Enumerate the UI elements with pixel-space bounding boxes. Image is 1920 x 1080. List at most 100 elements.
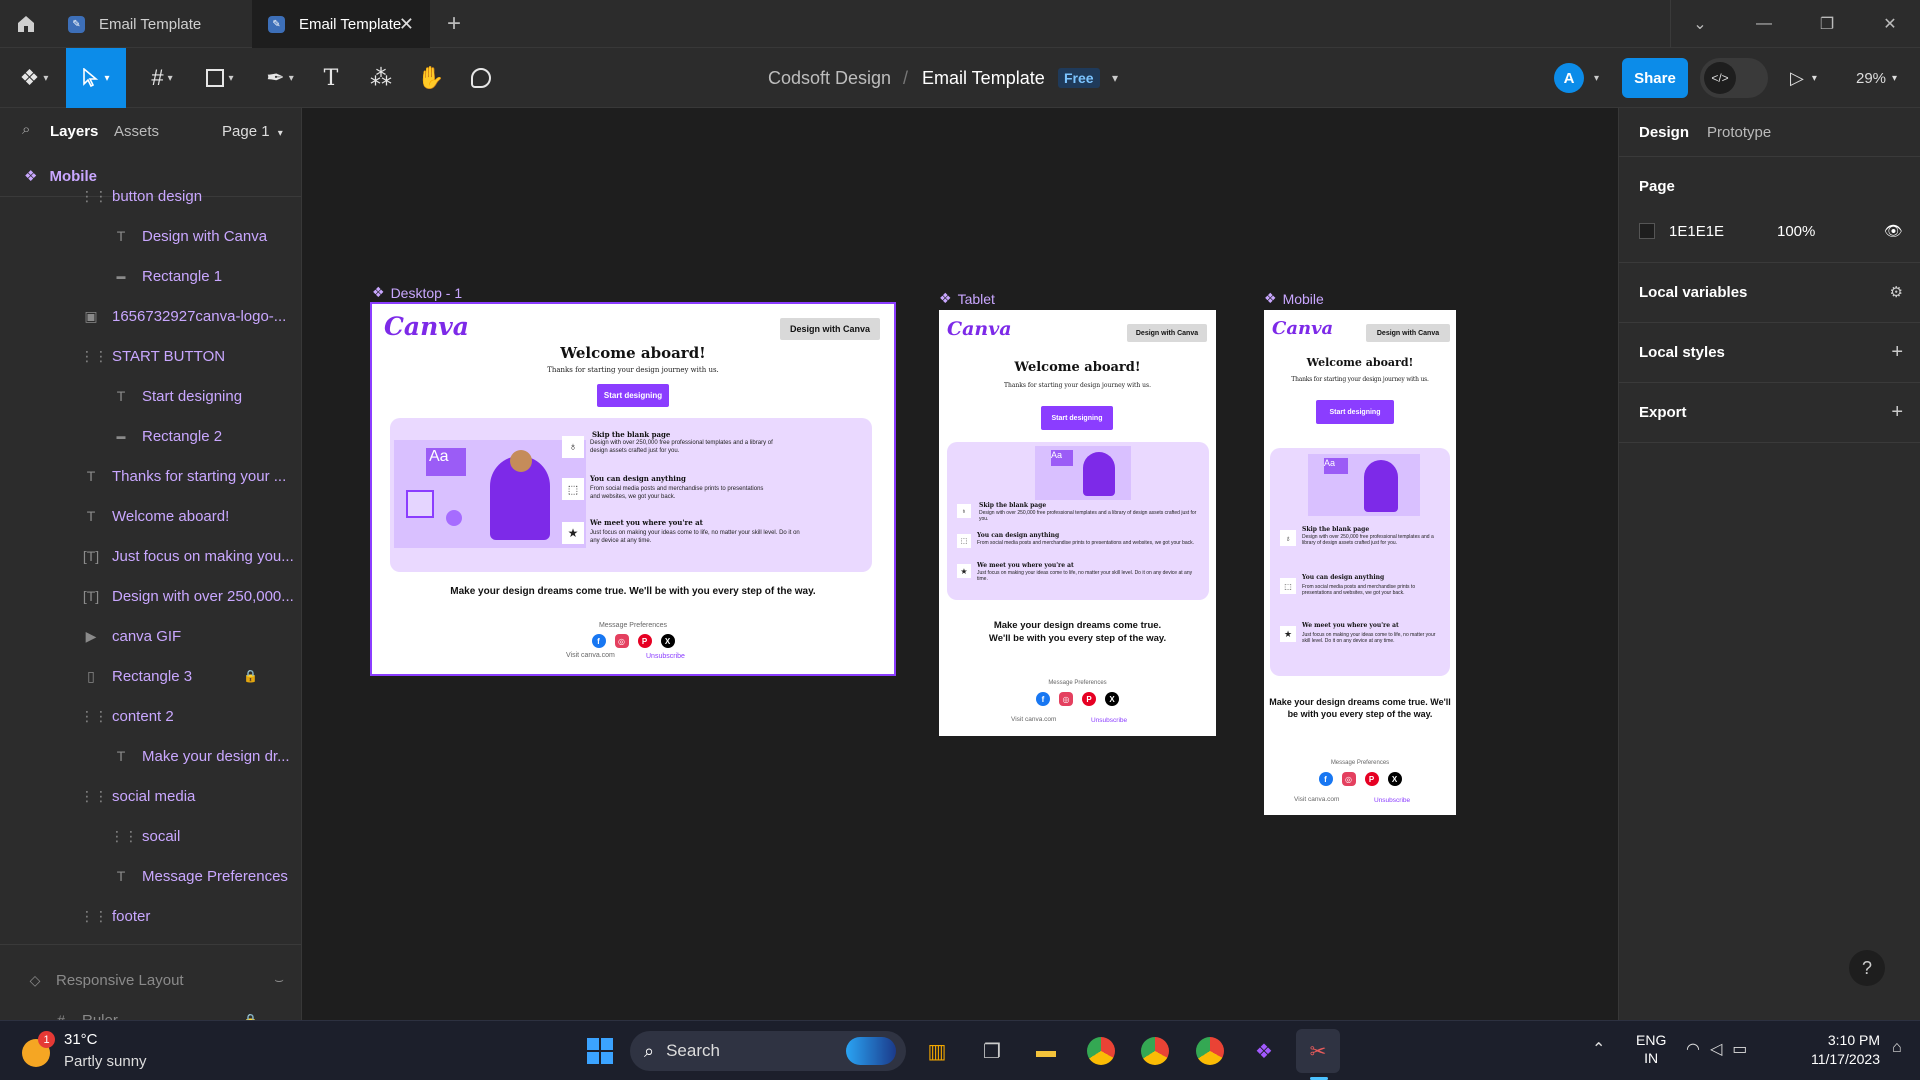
message-preferences[interactable]: Message Preferences [1264, 760, 1456, 766]
frame-desktop[interactable]: Canva Design with Canva Welcome aboard! … [370, 302, 896, 676]
lock-icon[interactable]: 🔒 [243, 1013, 258, 1020]
layer-row[interactable]: T Start designing [0, 376, 301, 416]
move-tool-button[interactable]: ▾ [66, 48, 126, 108]
hidden-eye-icon[interactable]: ⌣ [274, 972, 284, 989]
present-button[interactable]: ▷ ▾ [1790, 48, 1817, 108]
tab-email-template-1[interactable]: ✎ Email Template [52, 0, 252, 48]
plan-badge[interactable]: Free [1058, 68, 1100, 88]
instagram-icon[interactable]: ◎ [1341, 772, 1356, 786]
visit-link[interactable]: Visit canva.com [1011, 716, 1056, 723]
page-opacity-value[interactable]: 100% [1777, 223, 1815, 240]
app-task-view-icon[interactable]: ❐ [970, 1029, 1014, 1073]
frame-label-tablet[interactable]: ❖ Tablet [939, 290, 995, 307]
layer-row[interactable]: ▶ canva GIF [0, 616, 301, 656]
home-button[interactable] [0, 0, 52, 48]
frame-tool-button[interactable]: # ▾ [140, 48, 184, 108]
x-twitter-icon[interactable]: X [1387, 772, 1402, 786]
visit-link[interactable]: Visit canva.com [1294, 796, 1339, 803]
taskbar-search[interactable]: ⌕ Search [630, 1031, 906, 1071]
tab-assets[interactable]: Assets [114, 123, 159, 140]
file-explorer-icon[interactable]: ▬ [1024, 1029, 1068, 1073]
chrome-icon[interactable] [1133, 1029, 1177, 1073]
pinterest-icon[interactable]: P [1082, 692, 1096, 706]
share-button[interactable]: Share [1622, 58, 1688, 98]
layer-row[interactable]: ⋮⋮ footer [0, 896, 301, 936]
layer-row[interactable]: T Design with Canva [0, 216, 301, 256]
multiplayer-avatars[interactable]: A ▾ [1546, 58, 1620, 98]
tab-design[interactable]: Design [1639, 124, 1689, 141]
instagram-icon[interactable]: ◎ [1059, 692, 1073, 706]
layer-row[interactable]: ⋮⋮ button design [0, 176, 301, 216]
chrome-profile-1-icon[interactable] [1079, 1029, 1123, 1073]
lock-icon[interactable]: 🔒 [243, 669, 258, 683]
start-button[interactable] [578, 1029, 622, 1073]
design-canvas[interactable]: ❖ Desktop - 1 Canva Design with Canva We… [302, 108, 1618, 1020]
frame-mobile[interactable]: Canva Design with Canva Welcome aboard! … [1264, 310, 1456, 815]
start-designing-button[interactable]: Start designing [1041, 406, 1113, 430]
eye-icon[interactable]: 👁 [1884, 222, 1903, 240]
notifications-icon[interactable]: ⌂ [1892, 1039, 1902, 1057]
page-color-value[interactable]: 1E1E1E [1669, 223, 1777, 240]
layer-row[interactable]: ▬ Rectangle 1 [0, 256, 301, 296]
frame-label-desktop[interactable]: ❖ Desktop - 1 [372, 284, 462, 301]
message-preferences[interactable]: Message Preferences [939, 680, 1216, 686]
instagram-icon[interactable]: ◎ [614, 634, 629, 648]
layer-row[interactable]: ▯ Rectangle 3 🔒 [0, 656, 301, 696]
page-fill-row[interactable]: 1E1E1E 100% 👁 [1619, 216, 1920, 246]
layer-row[interactable]: ⋮⋮ START BUTTON [0, 336, 301, 376]
snipping-tool-icon[interactable]: ✂ [1296, 1029, 1340, 1073]
add-icon[interactable]: + [1891, 341, 1903, 364]
pinterest-icon[interactable]: P [1364, 772, 1379, 786]
layer-row[interactable]: T Make your design dr... [0, 736, 301, 776]
hand-tool-button[interactable]: ✋ [414, 48, 448, 108]
layer-row[interactable]: ▣ 1656732927canva-logo-... [0, 296, 301, 336]
unsubscribe-link[interactable]: Unsubscribe [1374, 797, 1410, 804]
file-menu-chevron-icon[interactable]: ▾ [1112, 48, 1118, 108]
unsubscribe-link[interactable]: Unsubscribe [646, 653, 685, 660]
dev-mode-toggle[interactable]: </> [1700, 58, 1768, 98]
comment-tool-button[interactable] [464, 48, 498, 108]
help-button[interactable]: ? [1849, 950, 1885, 986]
local-styles-row[interactable]: Local styles + [1619, 322, 1920, 382]
x-twitter-icon[interactable]: X [660, 634, 675, 648]
pinterest-icon[interactable]: P [637, 634, 652, 648]
chrome-profile-2-icon[interactable] [1188, 1029, 1232, 1073]
search-icon[interactable]: ⌕ [22, 121, 30, 138]
tab-layers[interactable]: Layers [50, 123, 98, 140]
visit-link[interactable]: Visit canva.com [566, 652, 615, 659]
shape-tool-button[interactable]: ▾ [198, 48, 242, 108]
show-hidden-icons[interactable]: ⌃ [1592, 1039, 1605, 1059]
facebook-icon[interactable]: f [591, 634, 606, 648]
resources-button[interactable]: ⁂ [364, 48, 398, 108]
tab-email-template-2[interactable]: ✎ Email Template ✕ [252, 0, 430, 48]
message-preferences[interactable]: Message Preferences [372, 622, 894, 629]
layer-row[interactable]: ⋮⋮ social media [0, 776, 301, 816]
layer-row[interactable]: T Thanks for starting your ... [0, 456, 301, 496]
layer-row[interactable]: [T] Design with over 250,000... [0, 576, 301, 616]
main-menu-button[interactable]: ❖ ▾ [12, 48, 56, 108]
language-indicator[interactable]: ENG IN [1636, 1031, 1666, 1067]
layer-row[interactable]: T Welcome aboard! [0, 496, 301, 536]
layer-row[interactable]: T Message Preferences [0, 856, 301, 896]
tab-prototype[interactable]: Prototype [1707, 124, 1771, 141]
design-with-canva-button[interactable]: Design with Canva [780, 318, 880, 340]
figma-app-icon[interactable]: ❖ [1242, 1029, 1286, 1073]
frame-tablet[interactable]: Canva Design with Canva Welcome aboard! … [939, 310, 1216, 736]
layer-row[interactable]: ⋮⋮ socail [0, 816, 301, 856]
new-tab-button[interactable]: + [424, 0, 484, 48]
minimize-button[interactable]: — [1734, 0, 1794, 48]
add-icon[interactable]: + [1891, 401, 1903, 424]
text-tool-button[interactable]: T [314, 48, 348, 108]
app-power-bi-icon[interactable]: ▥ [915, 1029, 959, 1073]
x-twitter-icon[interactable]: X [1105, 692, 1119, 706]
layer-row[interactable]: [T] Just focus on making you... [0, 536, 301, 576]
unsubscribe-link[interactable]: Unsubscribe [1091, 717, 1127, 724]
local-variables-row[interactable]: Local variables ⚙ [1619, 262, 1920, 322]
chevron-down-icon[interactable]: ⌄ [1670, 0, 1730, 48]
page-selector[interactable]: Page 1 ▾ [222, 123, 283, 140]
layer-ruler[interactable]: # Ruler 🔒 [0, 1000, 301, 1021]
start-designing-button[interactable]: Start designing [1316, 400, 1394, 424]
export-row[interactable]: Export + [1619, 382, 1920, 442]
design-with-canva-button[interactable]: Design with Canva [1366, 324, 1450, 342]
variables-settings-icon[interactable]: ⚙ [1890, 283, 1903, 301]
